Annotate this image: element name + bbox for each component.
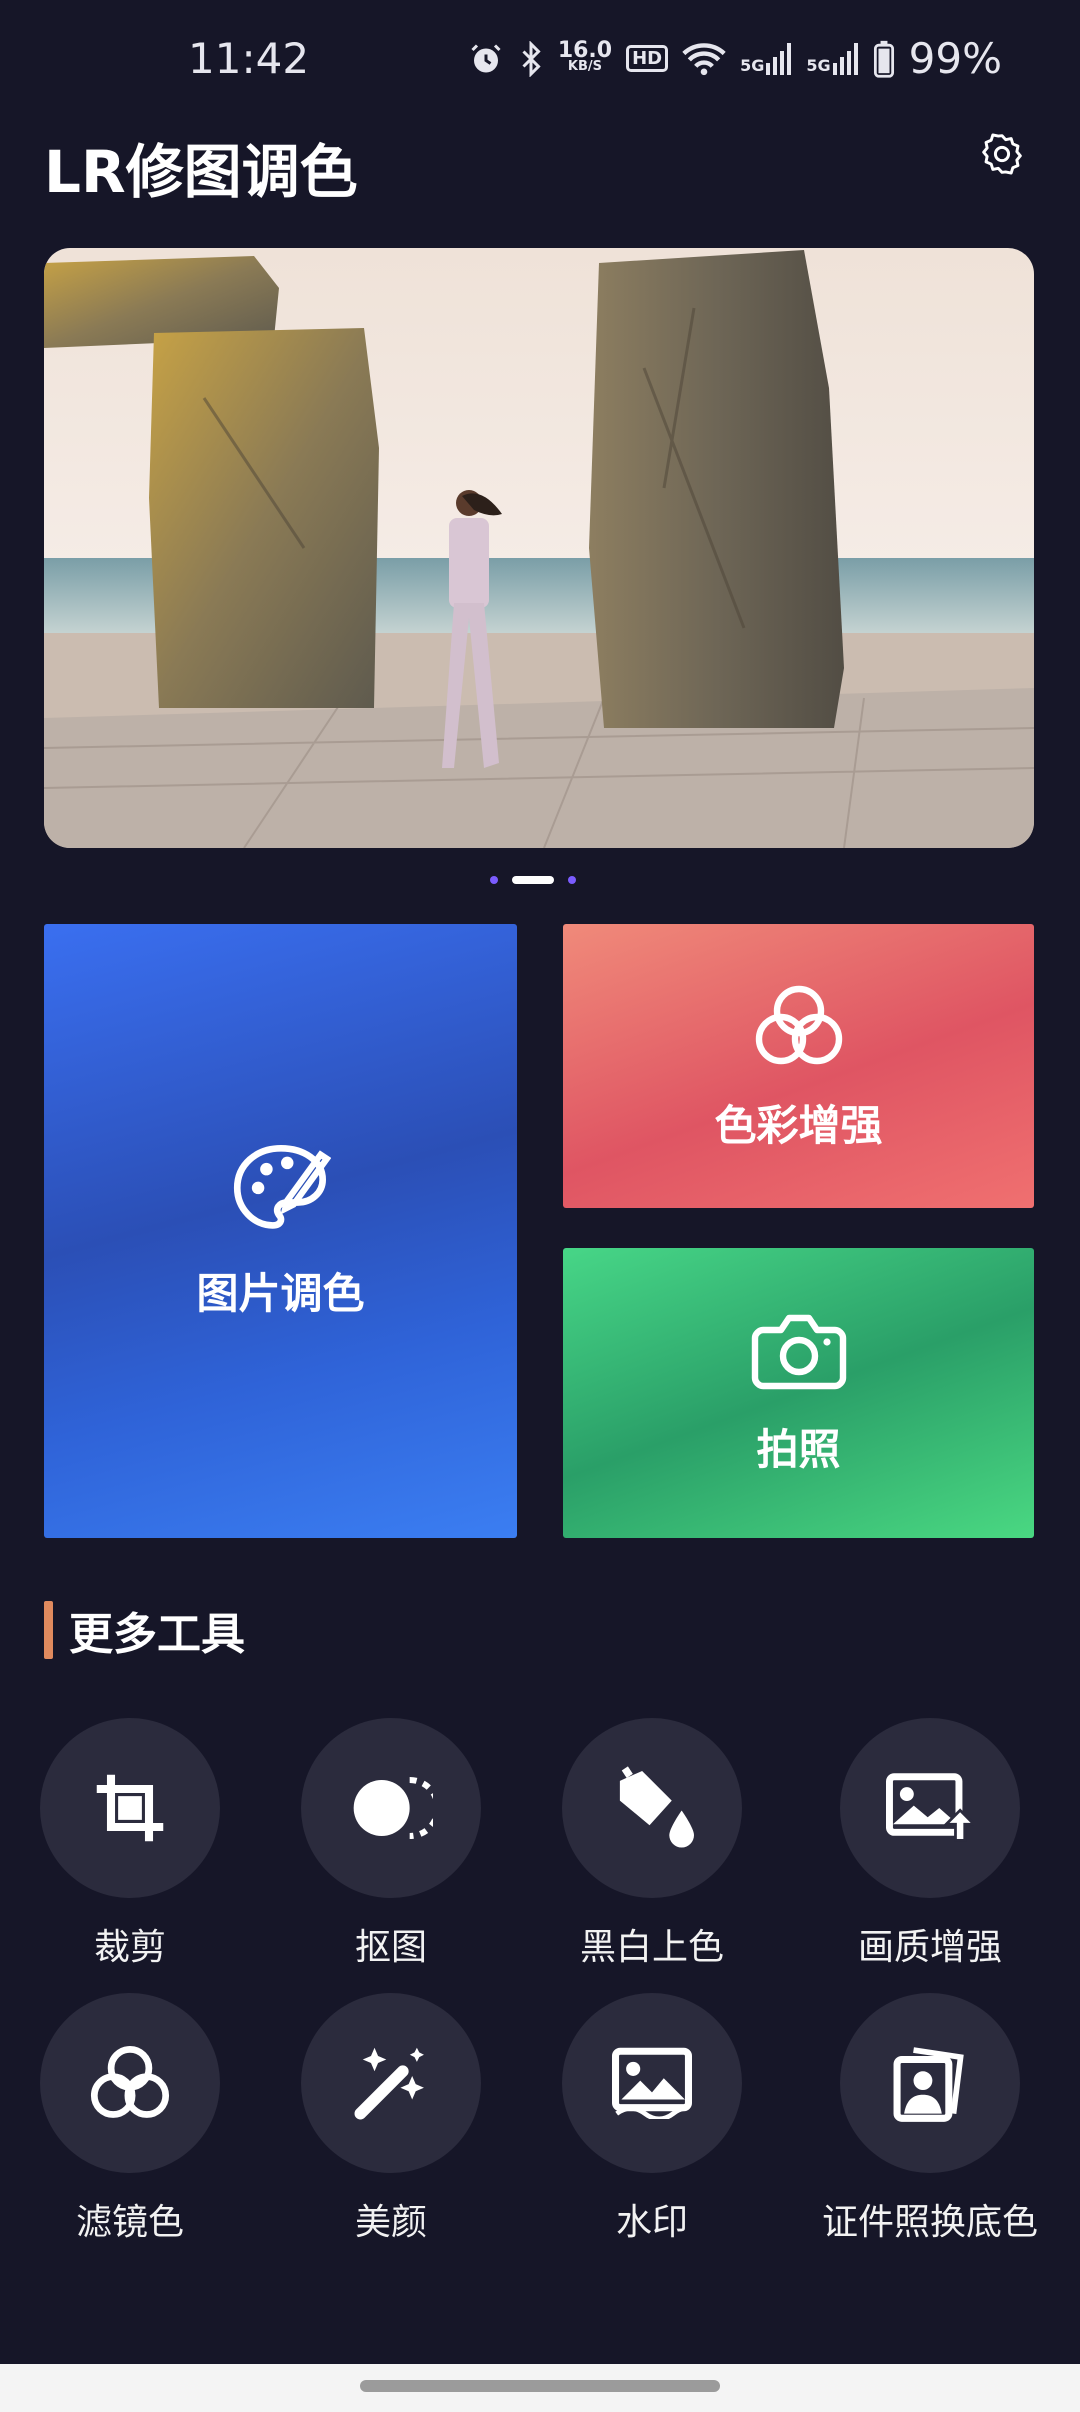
tool-crop-button[interactable] (40, 1718, 220, 1898)
section-title: 更多工具 (69, 1609, 245, 1660)
tool-beauty[interactable]: 美颜 (271, 1993, 511, 2245)
battery-icon (873, 40, 894, 78)
magic-wand-icon (354, 2047, 424, 2120)
carousel-dot[interactable] (490, 876, 498, 884)
more-tools-header: 更多工具 (44, 1598, 245, 1662)
tool-colorize[interactable]: 黑白上色 (532, 1718, 772, 1970)
signal-1: 5G (740, 42, 792, 75)
tool-upscale[interactable]: 画质增强 (810, 1718, 1050, 1970)
section-accent-bar (44, 1601, 53, 1659)
color-enhance-card[interactable]: 色彩增强 (563, 924, 1034, 1208)
settings-gear-icon[interactable] (980, 132, 1024, 176)
camera-icon (751, 1314, 846, 1389)
status-icons: 16.0 KB/S HD 5G 5G 99% (468, 34, 1002, 83)
tool-label: 画质增强 (857, 1927, 1002, 1968)
network-speed: 16.0 KB/S (557, 37, 613, 74)
hd-icon: HD (626, 45, 669, 72)
tool-label: 抠图 (354, 1927, 427, 1968)
cutout-icon (353, 1776, 433, 1840)
signal-2: 5G (806, 42, 858, 75)
carousel-indicator (490, 876, 576, 884)
tool-watermark[interactable]: 水印 (532, 1993, 772, 2245)
banner-carousel[interactable] (44, 248, 1034, 848)
bluetooth-icon (522, 40, 541, 77)
color-enhance-label: 色彩增强 (714, 1100, 883, 1150)
id-photo-icon (893, 2047, 964, 2122)
tool-label: 证件照换底色 (821, 2202, 1038, 2243)
carousel-dot-active[interactable] (512, 876, 554, 884)
signal-bars-icon (832, 42, 858, 75)
tool-filter-button[interactable] (40, 1993, 220, 2173)
tool-id-photo[interactable]: 证件照换底色 (810, 1993, 1050, 2245)
status-bar: 11:42 16.0 KB/S HD 5G 5G 99% (0, 0, 1080, 120)
crop-icon (96, 1774, 164, 1842)
tool-label: 裁剪 (93, 1927, 166, 1968)
camera-card[interactable]: 拍照 (563, 1248, 1034, 1538)
status-time: 11:42 (188, 34, 310, 83)
tool-beauty-button[interactable] (301, 1993, 481, 2173)
palette-icon (233, 1144, 331, 1229)
photo-color-label: 图片调色 (196, 1268, 365, 1318)
image-upscale-icon (886, 1773, 974, 1842)
tool-id-photo-button[interactable] (840, 1993, 1020, 2173)
banner-image (44, 248, 1034, 848)
filter-circles-icon (90, 2046, 170, 2118)
tool-cutout[interactable]: 抠图 (271, 1718, 511, 1970)
tool-label: 水印 (615, 2202, 688, 2243)
watermark-image-icon (612, 2047, 692, 2119)
tool-colorize-button[interactable] (562, 1718, 742, 1898)
alarm-icon (471, 43, 501, 72)
tool-label: 滤镜色 (75, 2202, 184, 2243)
tool-crop[interactable]: 裁剪 (10, 1718, 250, 1970)
carousel-dot[interactable] (568, 876, 576, 884)
tool-cutout-button[interactable] (301, 1718, 481, 1898)
tool-label: 美颜 (354, 2202, 427, 2243)
tool-upscale-button[interactable] (840, 1718, 1020, 1898)
tool-label: 黑白上色 (579, 1927, 724, 1968)
tool-filter[interactable]: 滤镜色 (10, 1993, 250, 2245)
page-title: LR修图调色 (44, 138, 358, 206)
signal-bars-icon (766, 42, 792, 75)
home-indicator[interactable] (360, 2380, 720, 2392)
camera-label: 拍照 (756, 1424, 841, 1474)
battery-percent: 99% (908, 34, 1002, 83)
paint-bucket-icon (619, 1766, 694, 1848)
color-circles-icon (755, 985, 842, 1064)
wifi-icon (682, 42, 726, 75)
tool-watermark-button[interactable] (562, 1993, 742, 2173)
photo-color-card[interactable]: 图片调色 (44, 924, 517, 1538)
